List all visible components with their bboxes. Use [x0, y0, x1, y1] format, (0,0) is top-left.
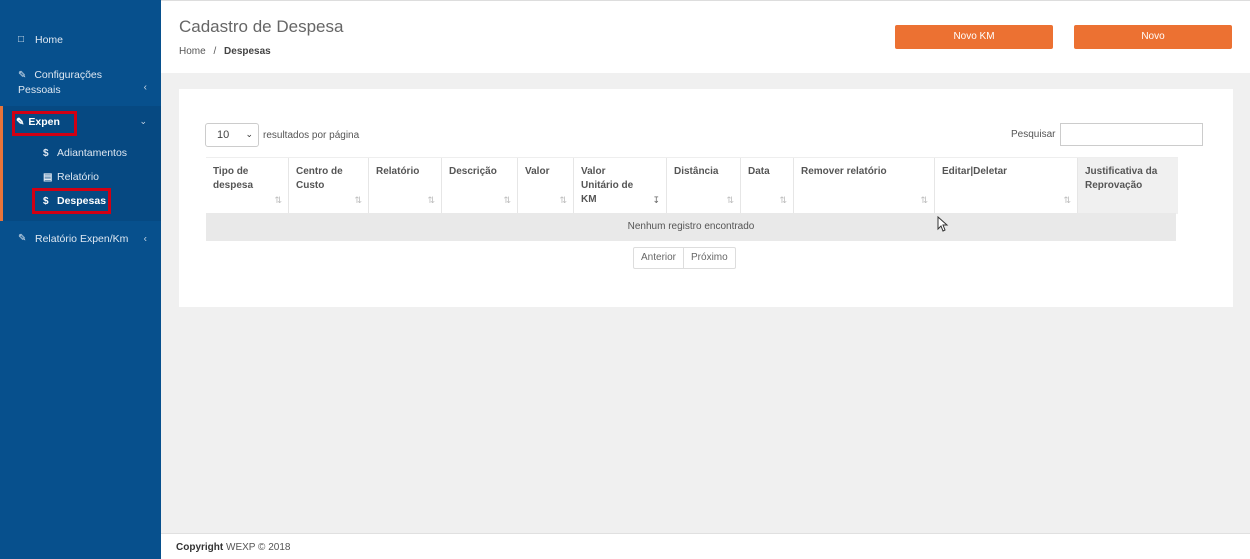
edit-icon: ✎ — [18, 70, 27, 81]
chevron-left-icon: ‹ — [143, 82, 147, 93]
sidebar-item-configuracoes[interactable]: ✎ Configurações Pessoais ‹ — [0, 68, 161, 97]
breadcrumb: Home / Despesas — [179, 46, 271, 57]
column-header-label: Descrição — [449, 166, 497, 177]
sidebar-item-text: Configurações Pessoais — [18, 69, 103, 96]
column-header-label: Distância — [674, 166, 719, 177]
dollar-icon: $ — [43, 195, 49, 207]
column-header[interactable]: Editar|Deletar ⇅ — [935, 158, 1078, 214]
page-header: Cadastro de Despesa Home / Despesas Novo… — [161, 0, 1250, 73]
list-icon: ▤ — [43, 171, 53, 183]
mouse-cursor-icon — [937, 216, 949, 232]
expenses-table: Tipo de despesa ⇅ Centro de Custo ⇅ Rela… — [206, 157, 1178, 241]
sidebar-item-label: Expen — [28, 116, 60, 128]
column-header-label: Centro de Custo — [296, 166, 343, 191]
novo-km-button[interactable]: Novo KM — [895, 25, 1053, 49]
column-header-label: Editar|Deletar — [942, 166, 1008, 177]
sort-icon: ⇅ — [1063, 195, 1071, 205]
edit-icon: ✎ — [16, 116, 25, 128]
sidebar: □ Home ✎ Configurações Pessoais ‹ ✎ Expe… — [0, 0, 161, 559]
breadcrumb-home[interactable]: Home — [179, 46, 206, 57]
next-page-button[interactable]: Próximo — [683, 248, 735, 268]
sort-icon: ⇅ — [274, 195, 282, 205]
empty-table-message: Nenhum registro encontrado — [206, 213, 1176, 241]
breadcrumb-current: Despesas — [224, 46, 271, 57]
sort-icon: ⇅ — [779, 195, 787, 205]
footer: Copyright WEXP © 2018 — [161, 533, 1250, 559]
sidebar-item-label: Despesas — [57, 195, 107, 207]
column-header-label: Valor Unitário de KM — [581, 166, 634, 205]
column-header[interactable]: Centro de Custo ⇅ — [289, 158, 369, 214]
copyright-label: Copyright — [176, 542, 224, 553]
column-header[interactable]: Remover relatório ⇅ — [794, 158, 935, 214]
sort-icon: ⇅ — [503, 195, 511, 205]
sidebar-item-expen[interactable]: ✎ Expen — [16, 116, 60, 128]
column-header[interactable]: Valor Unitário de KM ↧ — [574, 158, 667, 214]
sidebar-item-relatorio-expen[interactable]: ✎ Relatório Expen/Km ‹ — [0, 233, 161, 245]
sidebar-item-relatorio[interactable]: ▤ Relatório — [43, 171, 99, 183]
sort-icon: ⇅ — [920, 195, 928, 205]
chevron-down-icon: ⌄ — [245, 129, 253, 139]
sidebar-item-label: Home — [35, 34, 64, 46]
copyright-text: WEXP © 2018 — [226, 542, 291, 553]
column-header[interactable]: Tipo de despesa ⇅ — [206, 158, 289, 214]
page-title: Cadastro de Despesa — [179, 17, 344, 36]
sidebar-item-label: Adiantamentos — [57, 147, 128, 159]
sidebar-item-despesas[interactable]: $ Despesas — [43, 195, 106, 207]
page-length-select[interactable]: 10 ⌄ — [205, 123, 259, 147]
column-header-label: Justificativa da Reprovação — [1085, 166, 1158, 191]
page-length-label: resultados por página — [263, 130, 360, 141]
column-header[interactable]: Descrição ⇅ — [442, 158, 518, 214]
column-header[interactable]: Distância ⇅ — [667, 158, 741, 214]
column-header-label: Data — [748, 166, 770, 177]
previous-page-button[interactable]: Anterior — [634, 248, 683, 268]
column-header[interactable]: Data ⇅ — [741, 158, 794, 214]
sort-icon: ⇅ — [427, 195, 435, 205]
content-panel: 10 ⌄ resultados por página Pesquisar Tip… — [179, 89, 1233, 307]
sidebar-item-label: Relatório Expen/Km — [35, 233, 129, 245]
sidebar-item-home[interactable]: □ Home — [0, 34, 161, 46]
column-header: Justificativa da Reprovação — [1078, 158, 1178, 214]
pagination: Anterior Próximo — [633, 247, 736, 269]
sidebar-item-adiantamentos[interactable]: $ Adiantamentos — [43, 147, 127, 159]
column-header-label: Valor — [525, 166, 550, 177]
table-header: Tipo de despesa ⇅ Centro de Custo ⇅ Rela… — [206, 157, 1178, 214]
sidebar-item-label: Relatório — [57, 171, 100, 183]
sort-icon: ⇅ — [354, 195, 362, 205]
search-label: Pesquisar — [1011, 129, 1056, 140]
sidebar-item-label: ✎ Configurações Pessoais — [18, 68, 128, 97]
sort-icon: ⇅ — [559, 195, 567, 205]
page-length-value: 10 — [217, 129, 230, 141]
edit-icon: ✎ — [18, 233, 27, 244]
column-header-label: Tipo de despesa — [213, 166, 254, 191]
laptop-icon: □ — [18, 34, 25, 45]
sort-desc-icon: ↧ — [652, 195, 660, 205]
column-header-label: Remover relatório — [801, 166, 887, 177]
breadcrumb-separator: / — [213, 46, 217, 57]
sidebar-group-expen: ✎ Expen ⌄ $ Adiantamentos ▤ Relatório $ … — [0, 106, 161, 221]
column-header[interactable]: Relatório ⇅ — [369, 158, 442, 214]
novo-button[interactable]: Novo — [1074, 25, 1232, 49]
sort-icon: ⇅ — [726, 195, 734, 205]
column-header-label: Relatório — [376, 166, 420, 177]
search-input[interactable] — [1060, 123, 1203, 146]
chevron-left-icon: ‹ — [143, 233, 147, 245]
dollar-icon: $ — [43, 147, 49, 159]
column-header[interactable]: Valor ⇅ — [518, 158, 574, 214]
chevron-down-icon: ⌄ — [139, 116, 147, 126]
